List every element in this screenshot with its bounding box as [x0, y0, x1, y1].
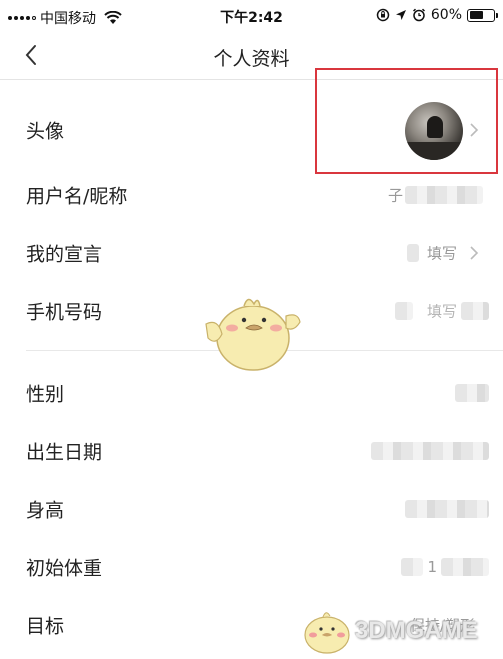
- gender-blur: [455, 384, 489, 402]
- nickname-value: 子: [387, 186, 403, 205]
- nickname-label: 用户名/昵称: [26, 185, 128, 208]
- status-bar: 中国移动 下午2:42 60%: [0, 0, 503, 34]
- birthdate-label: 出生日期: [26, 441, 103, 464]
- location-icon: [395, 10, 406, 20]
- phone-value: 填写: [426, 302, 457, 321]
- nickname-blur: [405, 186, 483, 204]
- goal-label: 目标: [26, 615, 65, 638]
- gender-label: 性别: [26, 383, 65, 406]
- watermark-text: 3DMGAME: [355, 617, 478, 644]
- initial-weight-label: 初始体重: [26, 557, 103, 580]
- row-initial-weight[interactable]: 初始体重 1: [0, 538, 503, 596]
- row-birthdate[interactable]: 出生日期: [0, 422, 503, 480]
- birthdate-blur: [371, 442, 489, 460]
- avatar-label: 头像: [26, 120, 65, 143]
- battery-percent: 60%: [430, 7, 462, 23]
- height-label: 身高: [26, 499, 65, 522]
- weight-blur-right: [441, 558, 489, 576]
- battery-fill: [469, 11, 484, 19]
- row-height[interactable]: 身高: [0, 480, 503, 538]
- chevron-right-icon: [470, 246, 479, 260]
- weight-blur-left: [401, 558, 423, 576]
- highlight-box: [315, 68, 498, 174]
- alarm-icon: [412, 8, 425, 22]
- watermark: 3DMGAME: [297, 605, 497, 655]
- battery-icon: [467, 8, 498, 22]
- duck-logo-icon: [304, 612, 350, 654]
- phone-blur-right: [461, 302, 489, 320]
- height-blur: [405, 500, 489, 518]
- status-right: 60%: [376, 7, 498, 23]
- duck-mascot-icon: [205, 298, 301, 371]
- phone-label: 手机号码: [26, 301, 103, 324]
- phone-blur-left: [395, 302, 413, 320]
- row-nickname[interactable]: 用户名/昵称 子: [0, 166, 503, 224]
- declaration-label: 我的宣言: [26, 243, 103, 266]
- declaration-blur: [407, 244, 419, 262]
- initial-weight-value: 1: [427, 558, 437, 576]
- page-title: 个人资料: [213, 48, 290, 70]
- declaration-value: 填写: [426, 244, 457, 263]
- orientation-lock-icon: [376, 8, 390, 22]
- row-declaration[interactable]: 我的宣言 填写: [0, 224, 503, 282]
